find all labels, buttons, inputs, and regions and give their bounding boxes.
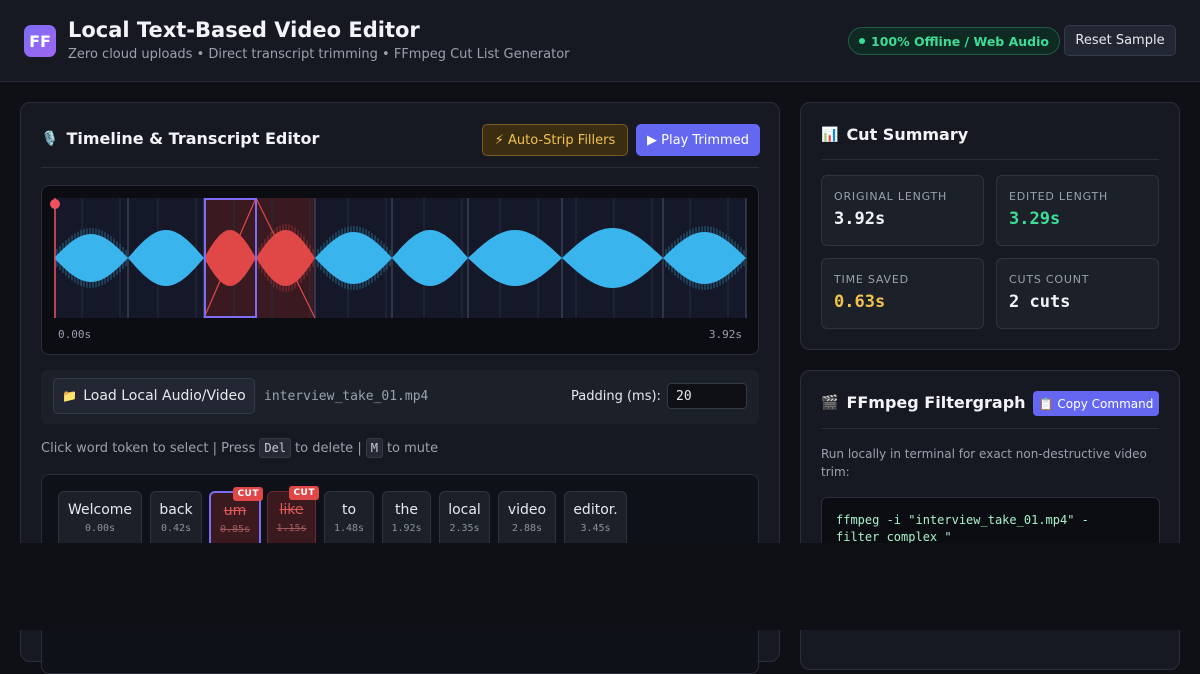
hint-suffix: to mute [386, 440, 439, 456]
word-token-time: 1.15s [276, 523, 307, 534]
word-token-text: video [507, 502, 547, 518]
reset-sample-button[interactable]: Reset Sample [1064, 25, 1176, 56]
editor-divider [41, 167, 759, 168]
original-length-value: 3.92s [834, 209, 886, 229]
word-token-text: like [279, 502, 304, 518]
word-token[interactable]: like 1.15s CUT [267, 486, 319, 551]
folder-icon: 📁 [62, 389, 78, 403]
cuts-count-label: CUTS COUNT [1009, 273, 1090, 286]
edited-length-label: EDITED LENGTH [1009, 190, 1109, 203]
loaded-file-name: interview_take_01.mp4 [264, 389, 429, 404]
copy-command-button[interactable]: 📋 Copy Command [1033, 391, 1159, 416]
time-saved-stat: TIME SAVED 0.63s [821, 258, 984, 329]
cut-tag-badge: CUT [289, 486, 319, 500]
word-token[interactable]: to 1.48s [324, 491, 374, 551]
auto-strip-fillers-button[interactable]: ⚡ Auto-Strip Fillers [482, 124, 628, 156]
word-token[interactable]: the 1.92s [382, 491, 431, 551]
bar-chart-icon: 📊 [821, 126, 839, 143]
app-logo: FF [24, 25, 56, 57]
ffmpeg-title-text: FFmpeg Filtergraph [846, 393, 1026, 412]
page-bottom-area [0, 543, 1200, 630]
cut-summary-panel: 📊 Cut Summary ORIGINAL LENGTH 3.92s EDIT… [800, 102, 1180, 350]
padding-label: Padding (ms): [571, 389, 661, 404]
waveform-canvas[interactable] [42, 186, 759, 355]
play-trimmed-button[interactable]: ▶ Play Trimmed [636, 124, 760, 156]
word-token-text: um [223, 503, 247, 519]
hint-prefix: Click word token to select | Press [41, 440, 256, 456]
mute-key-hint: M [365, 438, 383, 458]
original-length-stat: ORIGINAL LENGTH 3.92s [821, 175, 984, 246]
offline-status-label: 100% Offline / Web Audio [871, 33, 1049, 49]
load-media-label: Load Local Audio/Video [83, 388, 246, 404]
time-saved-value: 0.63s [834, 292, 886, 312]
cuts-count-stat: CUTS COUNT 2 cuts [996, 258, 1159, 329]
waveform-timeline[interactable]: 0.00s 3.92s [41, 185, 759, 355]
load-media-button[interactable]: 📁 Load Local Audio/Video [53, 378, 255, 414]
summary-panel-title: 📊 Cut Summary [821, 125, 968, 144]
word-token[interactable]: video 2.88s [498, 491, 556, 551]
word-token-time: 0.00s [84, 523, 116, 534]
word-token[interactable]: local 2.35s [439, 491, 490, 551]
app-subtitle: Zero cloud uploads • Direct transcript t… [68, 47, 570, 62]
playhead-handle [50, 199, 60, 209]
word-token-time: 0.85s [219, 524, 251, 535]
summary-divider [821, 159, 1159, 160]
app-header: FF Local Text-Based Video Editor Zero cl… [0, 0, 1200, 82]
word-token-text: the [395, 502, 418, 518]
keyboard-hint: Click word token to select | Press Del t… [41, 438, 438, 458]
word-token[interactable]: editor. 3.45s [564, 491, 627, 551]
hint-middle: to delete | [295, 440, 362, 456]
word-token-time: 1.48s [333, 523, 365, 534]
word-token-text: to [341, 502, 357, 518]
edited-length-stat: EDITED LENGTH 3.29s [996, 175, 1159, 246]
summary-title-text: Cut Summary [846, 125, 969, 144]
timeline-end-time: 3.92s [708, 328, 742, 341]
cut-tag-badge: CUT [233, 487, 263, 501]
word-token[interactable]: Welcome 0.00s [58, 491, 142, 551]
word-token[interactable]: um 0.85s CUT [209, 487, 263, 551]
word-token-text: back [159, 502, 193, 518]
status-dot-icon [859, 38, 865, 44]
editor-panel-title: 🎙️ Timeline & Transcript Editor [41, 129, 319, 148]
word-token-text: Welcome [67, 502, 133, 518]
editor-title-text: Timeline & Transcript Editor [66, 129, 320, 148]
word-token-text: editor. [573, 502, 618, 518]
delete-key-hint: Del [259, 438, 292, 458]
app-title: Local Text-Based Video Editor [68, 18, 420, 42]
microphone-icon: 🎙️ [41, 130, 59, 147]
ffmpeg-panel-title: 🎬 FFmpeg Filtergraph [821, 393, 1026, 412]
original-length-label: ORIGINAL LENGTH [834, 190, 948, 203]
word-token-time: 1.92s [391, 523, 422, 534]
time-saved-label: TIME SAVED [834, 273, 909, 286]
media-load-row: 📁 Load Local Audio/Video interview_take_… [41, 370, 759, 424]
ffmpeg-divider [821, 428, 1159, 429]
word-token-time: 0.42s [160, 523, 192, 534]
word-token-time: 2.88s [511, 523, 543, 534]
ffmpeg-description: Run locally in terminal for exact non-de… [821, 447, 1147, 479]
word-token-time: 3.45s [580, 523, 611, 534]
edited-length-value: 3.29s [1009, 209, 1061, 229]
clapperboard-icon: 🎬 [821, 394, 839, 411]
padding-input[interactable] [667, 383, 747, 409]
word-token[interactable]: back 0.42s [150, 491, 202, 551]
word-token-time: 2.35s [449, 523, 480, 534]
timeline-start-time: 0.00s [58, 328, 92, 341]
offline-status-badge: 100% Offline / Web Audio [848, 27, 1060, 55]
cuts-count-value: 2 cuts [1009, 292, 1071, 312]
word-token-text: local [448, 502, 481, 518]
